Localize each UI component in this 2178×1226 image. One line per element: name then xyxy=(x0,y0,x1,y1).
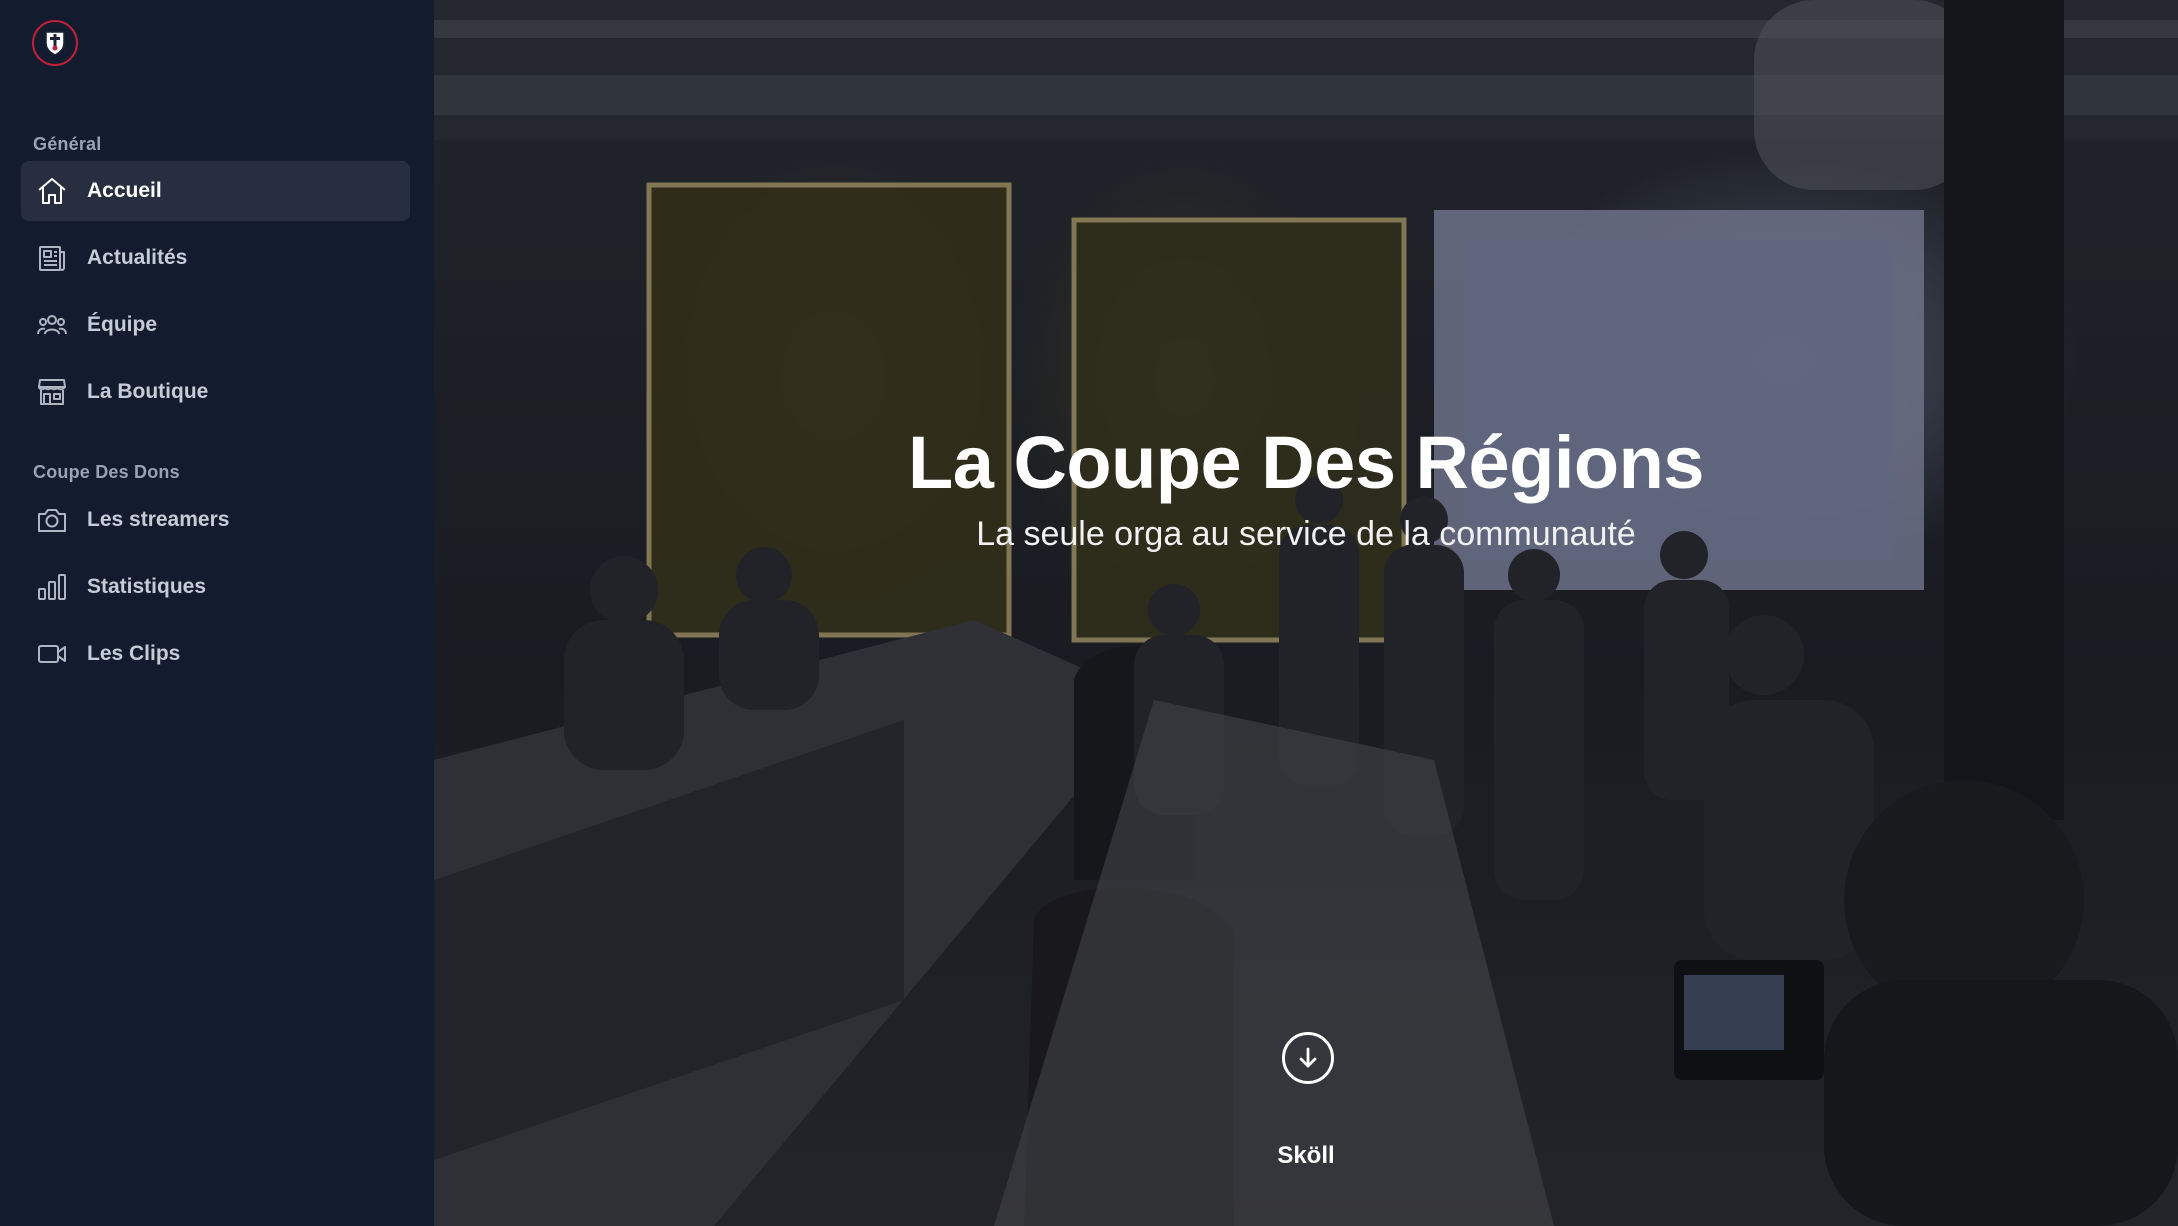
section-title-coupe-des-dons: Coupe Des Dons xyxy=(33,462,180,482)
sidebar-item-label: Accueil xyxy=(87,179,162,202)
video-camera-icon xyxy=(35,637,69,671)
sidebar-item-la-boutique[interactable]: La Boutique xyxy=(21,362,410,422)
sidebar-item-equipe[interactable]: Équipe xyxy=(21,295,410,355)
scroll-label[interactable]: Sköll xyxy=(434,1142,2178,1170)
section-title-general: Général xyxy=(33,134,102,154)
sidebar-item-les-streamers[interactable]: Les streamers xyxy=(21,490,410,550)
home-icon xyxy=(35,174,69,208)
hero-section: La Coupe Des Régions La seule orga au se… xyxy=(434,0,2178,1226)
users-icon xyxy=(35,308,69,342)
scroll-down-button[interactable] xyxy=(1282,1032,1334,1084)
sidebar-item-label: Les streamers xyxy=(87,508,230,531)
sidebar-item-label: Statistiques xyxy=(87,575,207,598)
sidebar-item-label: Les Clips xyxy=(87,642,181,665)
arrow-down-circle-icon xyxy=(1295,1045,1321,1071)
sidebar-item-accueil[interactable]: Accueil xyxy=(21,161,410,221)
sidebar-item-actualites[interactable]: Actualités xyxy=(21,228,410,288)
sidebar: Général Accueil Actualités Équipe La Bou… xyxy=(0,0,434,1226)
shield-crest-icon[interactable] xyxy=(32,20,78,66)
newspaper-icon xyxy=(35,241,69,275)
bar-chart-icon xyxy=(35,570,69,604)
sidebar-item-les-clips[interactable]: Les Clips xyxy=(21,624,410,684)
sidebar-item-label: La Boutique xyxy=(87,380,209,403)
camera-icon xyxy=(35,503,69,537)
sidebar-item-label: Équipe xyxy=(87,313,158,336)
sidebar-item-statistiques[interactable]: Statistiques xyxy=(21,557,410,617)
sidebar-item-label: Actualités xyxy=(87,246,188,269)
hero-subtitle: La seule orga au service de la communaut… xyxy=(976,515,1636,553)
hero-title: La Coupe Des Régions xyxy=(908,421,1704,504)
storefront-icon xyxy=(35,375,69,409)
